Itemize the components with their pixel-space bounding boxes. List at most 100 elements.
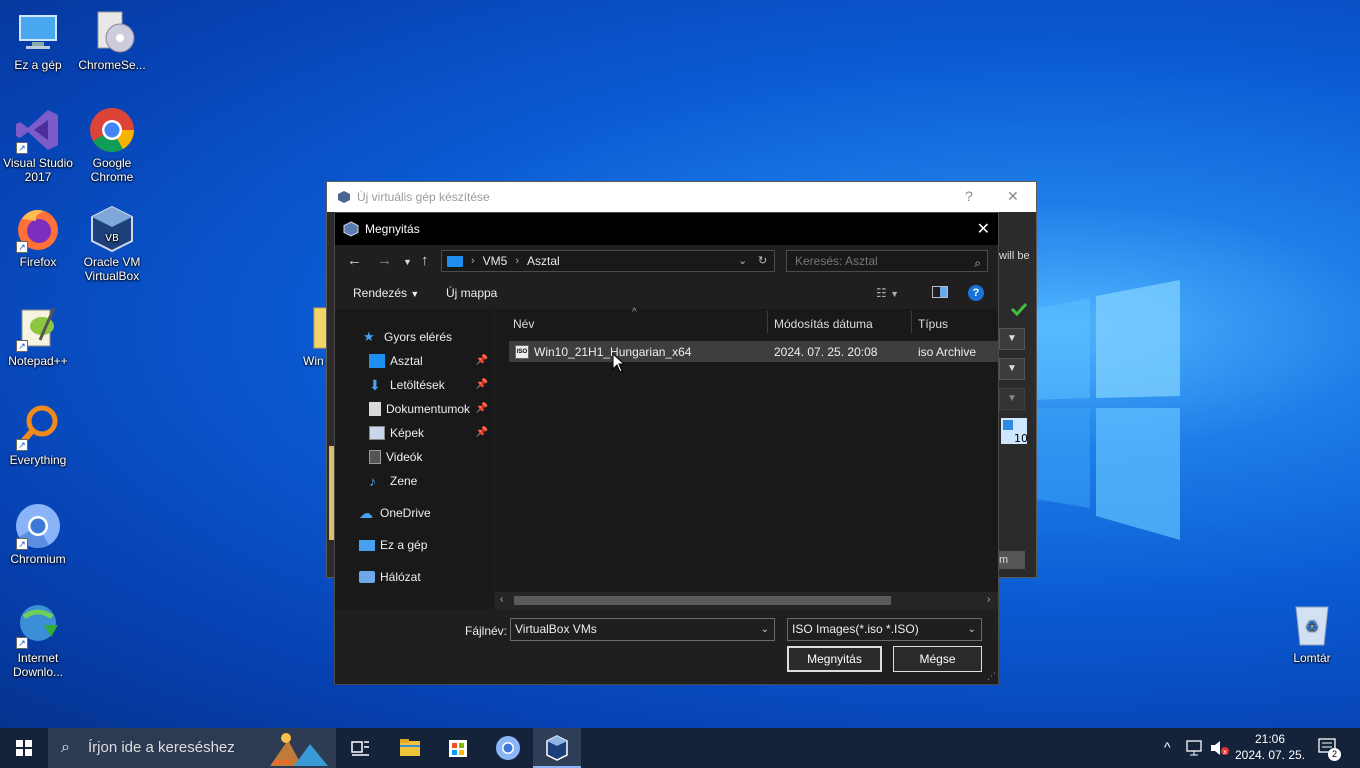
desktop-icon-virtualbox[interactable]: VB Oracle VM VirtualBox xyxy=(74,205,150,283)
volume-muted-icon[interactable]: x xyxy=(1210,740,1230,756)
chevron-down-icon[interactable]: ⌄ xyxy=(968,619,976,640)
parent-button-fragment[interactable]: m xyxy=(999,551,1025,569)
show-hidden-icons-chevron-icon[interactable]: ^ xyxy=(1164,739,1171,755)
nav-this-pc[interactable]: Ez a gép xyxy=(335,534,494,556)
nav-this-pc-label: Ez a gép xyxy=(380,538,428,552)
nav-item-label: Letöltések xyxy=(390,378,445,392)
organize-menu-button[interactable]: Rendezés ▼ xyxy=(353,286,419,300)
help-button[interactable]: ? xyxy=(965,188,973,204)
desktop-icon-this-pc[interactable]: Ez a gép xyxy=(0,8,76,72)
new-folder-button[interactable]: Új mappa xyxy=(446,286,497,300)
column-divider[interactable] xyxy=(767,311,768,333)
chevron-down-icon[interactable]: ⌄ xyxy=(761,619,769,640)
nav-network[interactable]: Hálózat xyxy=(335,566,494,588)
help-icon[interactable]: ? xyxy=(968,285,984,301)
desktop-icon-notepadpp[interactable]: ↗ Notepad++ xyxy=(0,304,76,368)
desktop-icon-visual-studio[interactable]: ↗ Visual Studio 2017 xyxy=(0,106,76,184)
scroll-right-arrow-icon[interactable]: › xyxy=(987,594,990,605)
recent-locations-chevron-icon[interactable]: ▼ xyxy=(403,257,412,267)
nav-quick-access[interactable]: ★ Gyors elérés xyxy=(335,326,494,348)
address-dropdown-chevron-icon[interactable]: ⌄ xyxy=(738,254,747,267)
nav-item-letoltesek[interactable]: ⬇ Letöltések 📌 xyxy=(335,374,494,396)
address-box[interactable]: › VM5 › Asztal ⌄ ↻ xyxy=(441,250,775,272)
forward-arrow-icon[interactable]: → xyxy=(377,252,392,269)
network-icon[interactable] xyxy=(1186,740,1204,756)
start-button[interactable] xyxy=(0,728,48,768)
task-view-button[interactable] xyxy=(336,728,384,768)
nav-onedrive[interactable]: ☁ OneDrive xyxy=(335,502,494,524)
breadcrumb-separator-icon: › xyxy=(515,255,520,267)
downloads-icon: ⬇ xyxy=(369,377,381,393)
scroll-left-arrow-icon[interactable]: ‹ xyxy=(500,594,503,605)
chevron-down-icon: ▼ xyxy=(410,289,420,299)
desktop-icon-everything[interactable]: ↗ Everything xyxy=(0,403,76,467)
nav-onedrive-label: OneDrive xyxy=(380,506,431,520)
horizontal-scrollbar[interactable]: ‹ › xyxy=(495,592,998,609)
filename-input[interactable]: VirtualBox VMs ⌄ xyxy=(510,618,775,641)
organize-label: Rendezés xyxy=(353,286,408,300)
taskbar-chromium[interactable] xyxy=(484,728,532,768)
breadcrumb-vm5[interactable]: VM5 xyxy=(483,254,508,268)
svg-text:VB: VB xyxy=(105,233,119,244)
nav-item-label: Videók xyxy=(386,450,423,464)
this-pc-icon xyxy=(14,8,62,56)
nav-item-zene[interactable]: ♪ Zene xyxy=(335,470,494,492)
parent-combo-dropdown[interactable]: ▼ xyxy=(999,388,1025,410)
taskbar-virtualbox[interactable] xyxy=(533,728,581,768)
back-arrow-icon[interactable]: ← xyxy=(347,252,362,269)
taskbar-file-explorer[interactable] xyxy=(386,728,434,768)
taskbar-clock[interactable]: 21:06 2024. 07. 25. xyxy=(1232,731,1308,763)
parent-combo-dropdown[interactable]: ▼ xyxy=(999,328,1025,350)
desktop-icon-internet-download-manager[interactable]: ↗ Internet Downlo... xyxy=(0,601,76,679)
taskbar-search-placeholder: Írjon ide a kereséshez xyxy=(88,739,235,756)
nav-item-videok[interactable]: Videók xyxy=(335,446,494,468)
nav-quick-access-label: Gyors elérés xyxy=(384,330,453,344)
refresh-icon[interactable]: ↻ xyxy=(758,254,767,267)
desktop-icon-win-folder[interactable]: Win xyxy=(290,304,330,368)
desktop-icon-recycle-bin[interactable]: ♻ Lomtár xyxy=(1274,601,1350,665)
nav-item-dokumentumok[interactable]: Dokumentumok 📌 xyxy=(335,398,494,420)
desktop-icon-chromium[interactable]: ↗ Chromium xyxy=(0,502,76,566)
search-icon: ⌕ xyxy=(974,256,981,270)
parent-combo-dropdown[interactable]: ▼ xyxy=(999,358,1025,380)
file-row[interactable]: ISO Win10_21H1_Hungarian_x64 2024. 07. 2… xyxy=(509,341,998,362)
virtualbox-icon xyxy=(338,191,350,203)
view-options-icon[interactable]: ☷ ▼ xyxy=(876,286,899,300)
pin-icon: 📌 xyxy=(475,427,488,438)
desktop-icon-firefox[interactable]: ↗ Firefox xyxy=(0,205,76,269)
parent-dialog-title: Új virtuális gép készítése xyxy=(357,190,490,204)
breadcrumb-asztal[interactable]: Asztal xyxy=(527,254,560,268)
open-file-dialog: Megnyitás ✕ ← → ▼ ↑ › VM5 › Asztal ⌄ ↻ K… xyxy=(334,212,999,685)
desktop-icon-google-chrome[interactable]: Google Chrome xyxy=(74,106,150,184)
search-input[interactable]: Keresés: Asztal ⌕ xyxy=(786,250,988,272)
notification-center-button[interactable]: 2 xyxy=(1318,738,1341,763)
close-button[interactable]: ✕ xyxy=(1007,188,1019,205)
chromium-icon xyxy=(496,736,520,760)
desktop-icon-label: Internet Downlo... xyxy=(12,651,64,679)
taskbar-store[interactable] xyxy=(434,728,482,768)
parent-side-text: will be xyxy=(999,250,1030,262)
nav-item-asztal[interactable]: Asztal 📌 xyxy=(335,350,494,372)
column-header-name[interactable]: Név xyxy=(513,317,534,331)
music-icon: ♪ xyxy=(369,473,376,489)
nav-item-label: Képek xyxy=(390,426,425,440)
column-header-type[interactable]: Típus xyxy=(918,317,948,331)
resize-grip-icon[interactable]: ⋰ xyxy=(987,671,996,682)
open-button[interactable]: Megnyitás xyxy=(787,646,882,672)
open-dialog-titlebar: Megnyitás ✕ xyxy=(335,213,998,245)
nav-item-kepek[interactable]: Képek 📌 xyxy=(335,422,494,444)
taskbar-search-box[interactable]: ⌕ Írjon ide a kereséshez xyxy=(48,728,336,768)
preview-pane-icon[interactable] xyxy=(932,286,948,301)
desktop-icon-label: Lomtár xyxy=(1293,651,1331,665)
cancel-button[interactable]: Mégse xyxy=(893,646,982,672)
column-divider[interactable] xyxy=(911,311,912,333)
file-type-filter-select[interactable]: ISO Images(*.iso *.ISO) ⌄ xyxy=(787,618,982,641)
scrollbar-thumb[interactable] xyxy=(514,596,891,605)
close-button[interactable]: ✕ xyxy=(977,219,990,239)
svg-text:♻: ♻ xyxy=(1306,619,1319,635)
up-arrow-icon[interactable]: ↑ xyxy=(421,252,429,269)
pin-icon: 📌 xyxy=(475,403,488,414)
desktop-icon-chrome-setup[interactable]: ChromeSe... xyxy=(74,8,150,72)
dialog-bottom-bar: Fájlnév: VirtualBox VMs ⌄ ISO Images(*.i… xyxy=(335,609,998,684)
column-header-date[interactable]: Módosítás dátuma xyxy=(774,317,873,331)
